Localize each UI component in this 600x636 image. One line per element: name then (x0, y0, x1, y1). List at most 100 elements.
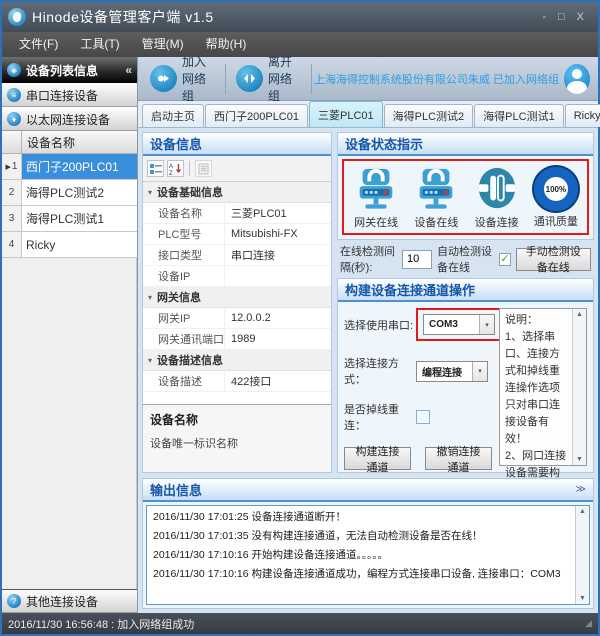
maximize-button[interactable]: □ (558, 12, 565, 23)
row-number: 4 (9, 239, 15, 250)
resize-grip[interactable]: ◢ (585, 618, 592, 629)
serial-port-select[interactable]: COM3 ▾ (423, 314, 495, 335)
leave-group-icon (236, 65, 263, 92)
property-row[interactable]: 接口类型串口连接 (143, 245, 331, 266)
scroll-down-icon[interactable]: ▼ (576, 456, 583, 463)
leave-group-button[interactable]: 离开网络组 (228, 60, 309, 98)
row-number: 1 (12, 161, 18, 172)
property-pages-icon[interactable] (195, 160, 212, 177)
tab-hite-test2[interactable]: 海得PLC测试2 (384, 104, 474, 127)
property-row[interactable]: 设备描述422接口 (143, 371, 331, 392)
table-row[interactable]: 3 海得PLC测试1 (2, 206, 137, 232)
device-name-cell[interactable]: Ricky (22, 232, 137, 257)
indicator-label: 设备在线 (414, 214, 458, 230)
auto-detect-checkbox[interactable]: ✓ (499, 253, 510, 266)
sidebar-item-serial-devices[interactable]: ≡ 串口连接设备 (2, 83, 137, 107)
revoke-channel-button[interactable]: 撤销连接通道 (425, 447, 492, 470)
property-row[interactable]: PLC型号Mitsubishi-FX (143, 224, 331, 245)
dropdown-arrow-icon[interactable]: ▾ (479, 315, 494, 334)
status-bar: 2016/11/30 16:56:48 : 加入网络组成功 ◢ (2, 613, 598, 634)
connect-mode-value: 编程连接 (417, 362, 472, 381)
gateway-online-icon (353, 166, 399, 212)
property-value (225, 266, 331, 286)
scroll-up-icon[interactable]: ▲ (576, 311, 583, 318)
build-channel-panel: 构建设备连接通道操作 选择使用串口: COM3 ▾ (337, 278, 594, 473)
device-name-cell[interactable]: 海得PLC测试1 (22, 206, 137, 231)
collapse-group-icon[interactable]: ▾ (143, 293, 157, 302)
log-line: 2016/11/30 17:01:35 没有构建连接通道，无法自动检测设备是否在… (153, 527, 569, 546)
device-list-icon: ◈ (7, 63, 21, 77)
minimize-button[interactable]: - (542, 12, 546, 23)
collapse-group-icon[interactable]: ▾ (143, 188, 157, 197)
comm-quality-indicator: 100% 通讯质量 (534, 167, 578, 229)
menu-tools[interactable]: 工具(T) (69, 32, 130, 57)
svg-text:Z: Z (169, 171, 173, 175)
device-name-cell[interactable]: 海得PLC测试2 (22, 180, 137, 205)
group-gateway[interactable]: ▾网关信息 (143, 287, 331, 308)
device-connect-icon (474, 166, 520, 212)
table-row[interactable]: 4 Ricky (2, 232, 137, 258)
serial-group-label: 串口连接设备 (26, 87, 98, 104)
sidebar-item-other-devices[interactable]: ? 其他连接设备 (2, 589, 137, 613)
svg-text:A: A (169, 164, 173, 170)
table-row[interactable]: ▶1 西门子200PLC01 (2, 154, 137, 180)
group-label: 设备描述信息 (157, 352, 223, 368)
categorized-view-icon[interactable] (147, 160, 164, 177)
property-row[interactable]: 设备IP (143, 266, 331, 287)
join-group-label: 加入网络组 (182, 53, 215, 104)
reconnect-label: 是否掉线重连： (344, 401, 416, 433)
manual-detect-button[interactable]: 手动检测设备在线 (516, 248, 591, 271)
output-log-box: 2016/11/30 17:01:25 设备连接通道断开！ 2016/11/30… (146, 505, 590, 605)
device-list-sidebar: ◈ 设备列表信息 « ≡ 串口连接设备 ♦ 以太网连接设备 设备名称 ▶1 西门… (2, 57, 138, 613)
group-description[interactable]: ▾设备描述信息 (143, 350, 331, 371)
instruction-scrollbar[interactable]: ▲ ▼ (572, 309, 586, 465)
menu-file[interactable]: 文件(F) (8, 32, 69, 57)
build-channel-button[interactable]: 构建连接通道 (344, 447, 411, 470)
tab-ricky[interactable]: Ricky (565, 104, 600, 127)
output-scrollbar[interactable]: ▲ ▼ (575, 506, 589, 604)
toolbar-separator (189, 161, 190, 176)
tab-hite-test1[interactable]: 海得PLC测试1 (474, 104, 564, 127)
collapse-sidebar-icon[interactable]: « (125, 63, 132, 77)
device-name-cell[interactable]: 西门子200PLC01 (22, 154, 137, 179)
online-detect-row: 在线检测间隔(秒): 自动检测设备在线 ✓ 手动检测设备在线 (337, 244, 594, 274)
app-window: Hinode设备管理客户端 v1.5 - □ X 文件(F) 工具(T) 管理(… (0, 0, 600, 636)
gateway-online-indicator: 网关在线 (353, 166, 399, 230)
join-group-button[interactable]: 加入网络组 (142, 60, 223, 98)
panel-options-icon[interactable]: ≫ (576, 484, 586, 495)
sort-alphabetical-icon[interactable]: AZ (167, 160, 184, 177)
tab-siemens-plc[interactable]: 西门子200PLC01 (205, 104, 308, 127)
status-indicator-highlight-box: 网关在线 设备在线 设备连接 (342, 159, 589, 235)
close-button[interactable]: X (577, 12, 584, 23)
device-connect-indicator: 设备连接 (474, 166, 520, 230)
auto-detect-label: 自动检测设备在线 (437, 243, 494, 275)
device-table: 设备名称 ▶1 西门子200PLC01 2 海得PLC测试2 3 海得PLC测试… (2, 131, 137, 258)
tab-home[interactable]: 启动主页 (142, 104, 204, 127)
group-device-basic[interactable]: ▾设备基础信息 (143, 182, 331, 203)
log-line: 2016/11/30 17:10:16 开始构建设备连接通道。。。。。 (153, 546, 569, 565)
property-grid-toolbar: AZ (143, 156, 331, 182)
interval-input[interactable] (402, 250, 432, 269)
property-label: PLC型号 (143, 224, 225, 244)
window-title: Hinode设备管理客户端 v1.5 (32, 7, 214, 27)
property-value: 12.0.0.2 (225, 308, 331, 328)
title-bar: Hinode设备管理客户端 v1.5 - □ X (2, 2, 598, 32)
collapse-group-icon[interactable]: ▾ (143, 356, 157, 365)
indicator-label: 通讯质量 (534, 213, 578, 229)
property-label: 接口类型 (143, 245, 225, 265)
scroll-up-icon[interactable]: ▲ (579, 508, 586, 515)
table-row[interactable]: 2 海得PLC测试2 (2, 180, 137, 206)
sidebar-item-ethernet-devices[interactable]: ♦ 以太网连接设备 (2, 107, 137, 131)
tab-mitsubishi-plc[interactable]: 三菱PLC01 (309, 101, 383, 127)
reconnect-checkbox[interactable] (416, 410, 430, 424)
device-online-icon (413, 166, 459, 212)
dropdown-arrow-icon[interactable]: ▾ (472, 362, 487, 381)
property-row[interactable]: 网关IP12.0.0.2 (143, 308, 331, 329)
scroll-down-icon[interactable]: ▼ (579, 595, 586, 602)
connect-mode-select[interactable]: 编程连接 ▾ (416, 361, 488, 382)
property-row[interactable]: 设备名称三菱PLC01 (143, 203, 331, 224)
comm-quality-donut-icon: 100% (534, 167, 578, 211)
property-row[interactable]: 网关通讯端口1989 (143, 329, 331, 350)
user-avatar[interactable] (564, 64, 590, 94)
property-label: 设备描述 (143, 371, 225, 391)
